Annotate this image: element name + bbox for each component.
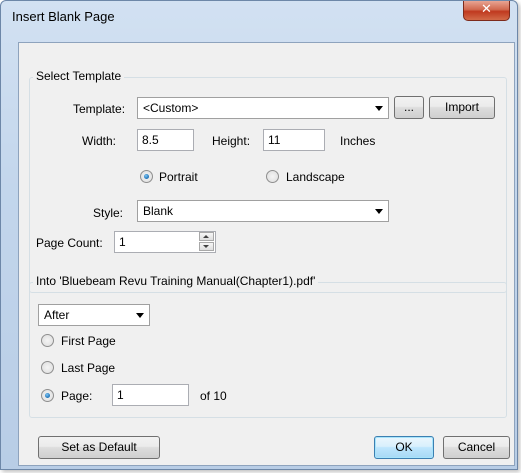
cancel-button[interactable]: Cancel [443,436,510,459]
close-icon: ✕ [481,2,492,17]
title-bar[interactable]: Insert Blank Page ✕ [1,1,517,29]
page-total-label: of 10 [200,389,227,403]
last-page-radio[interactable] [41,361,54,374]
browse-button[interactable]: ... [394,96,424,119]
landscape-label[interactable]: Landscape [286,170,345,184]
template-label: Template: [73,102,126,116]
dialog-title: Insert Blank Page [12,9,115,24]
set-as-default-button[interactable]: Set as Default [38,436,160,459]
style-dropdown[interactable]: Blank [137,200,389,222]
insert-blank-page-dialog: Insert Blank Page ✕ Select Template Temp… [0,0,518,470]
spin-down-icon[interactable] [199,242,214,251]
into-document-group [29,282,507,418]
page-radio[interactable] [41,389,54,402]
chevron-down-icon [375,209,383,214]
height-field[interactable]: 11 [263,129,325,151]
page-count-spinner[interactable] [199,232,215,252]
chevron-down-icon [136,313,144,318]
chevron-down-icon [375,106,383,111]
style-dropdown-value: Blank [143,204,174,218]
page-number-field[interactable]: 1 [112,384,189,406]
import-button[interactable]: Import [429,96,495,119]
width-label: Width: [82,134,117,148]
ok-button[interactable]: OK [374,436,434,459]
position-dropdown-value: After [44,308,70,322]
close-button[interactable]: ✕ [463,1,510,21]
position-dropdown[interactable]: After [38,304,150,326]
into-document-label: Into 'Bluebeam Revu Training Manual(Chap… [33,274,319,288]
first-page-label[interactable]: First Page [61,334,116,348]
height-label: Height: [212,134,251,148]
first-page-radio[interactable] [41,334,54,347]
page-count-label: Page Count: [36,236,103,250]
page-count-value: 1 [119,235,126,249]
template-dropdown[interactable]: <Custom> [137,97,389,119]
landscape-radio[interactable] [266,170,279,183]
spin-up-icon[interactable] [199,232,214,241]
last-page-label[interactable]: Last Page [61,361,115,375]
portrait-radio[interactable] [140,170,153,183]
page-label[interactable]: Page: [61,389,92,403]
template-dropdown-value: <Custom> [143,101,199,115]
units-label: Inches [340,134,376,148]
style-label: Style: [93,206,124,220]
width-field[interactable]: 8.5 [137,129,194,151]
portrait-label[interactable]: Portrait [159,170,198,184]
dialog-body: Select Template Template: <Custom> ... I… [18,42,515,466]
select-template-label: Select Template [33,69,125,83]
